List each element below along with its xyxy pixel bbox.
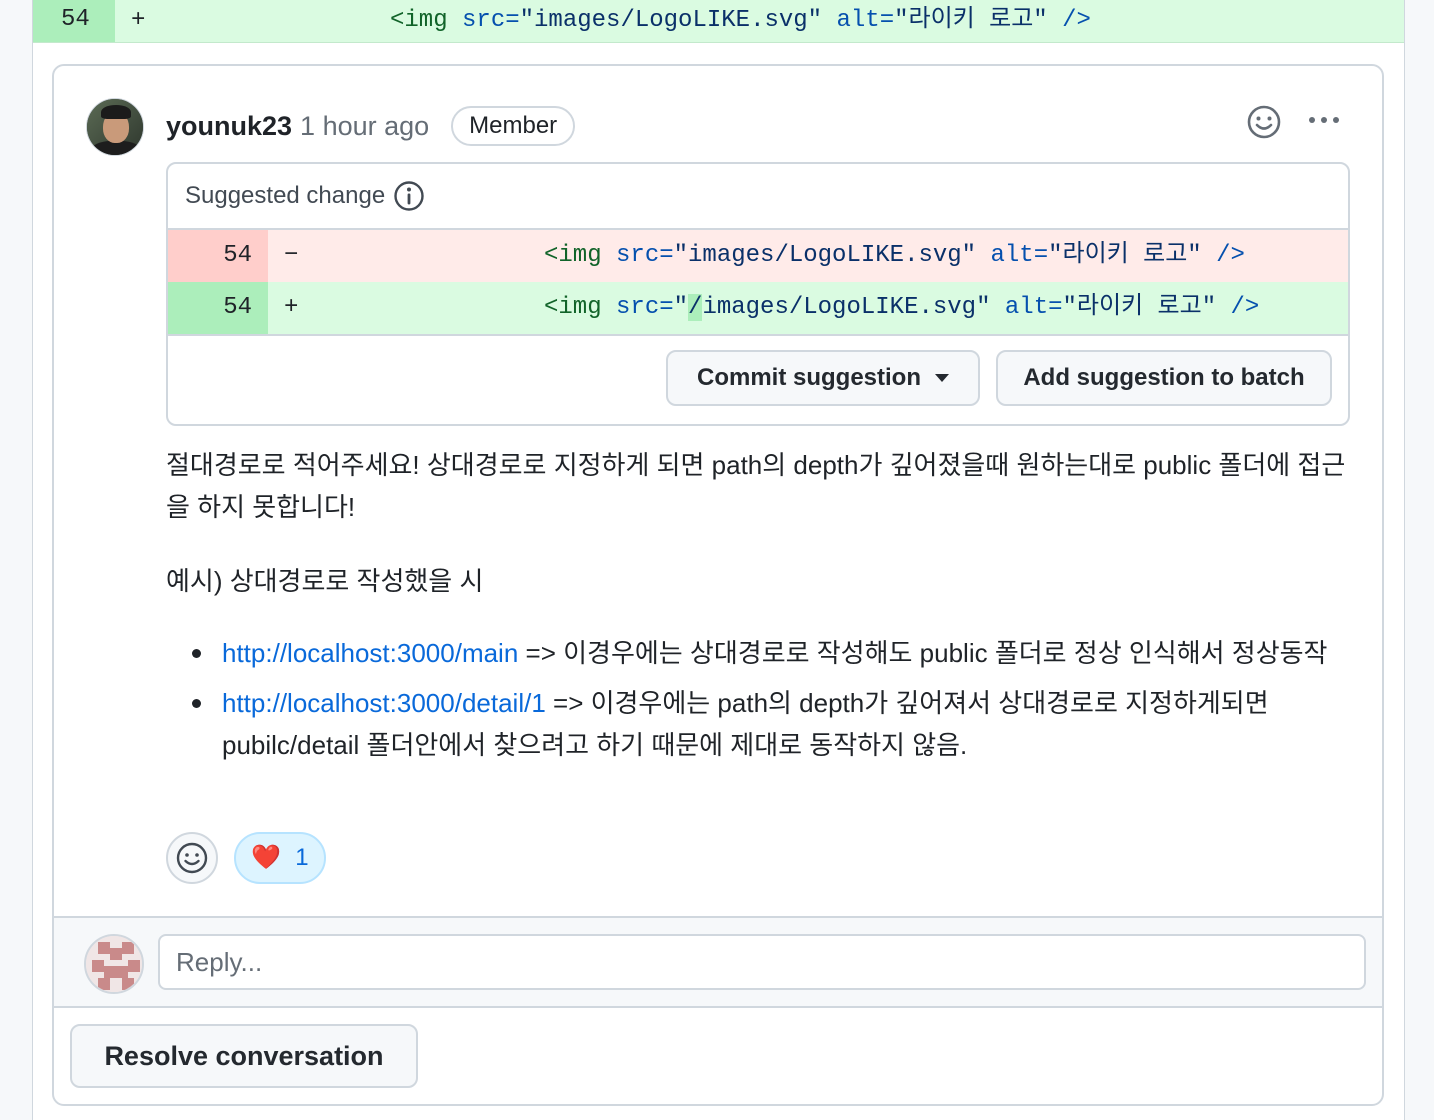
code-token-string: " [673,294,689,321]
code-token-attr: alt= [1004,294,1063,321]
add-suggestion-to-batch-label: Add suggestion to batch [1023,364,1305,391]
identicon [86,936,142,992]
suggested-change-box: Suggested change 54 − <img src="images/L… [166,162,1350,426]
comment-paragraph: 절대경로로 적어주세요! 상대경로로 지정하게 되면 path의 depth가 … [166,450,1346,522]
code-token-string: "라이키 로고" [894,7,1048,34]
code-token-string: "images/LogoLIKE.svg" [673,242,977,269]
member-badge: Member [451,106,576,146]
code-token-string: "라이키 로고" [1062,294,1217,321]
comment-header: younuk23 1 hour ago Member [166,104,576,148]
smiley-icon[interactable] [1246,104,1282,140]
diff-sign: − [284,242,299,269]
suggestion-deleted-line: 54 − <img src="images/LogoLIKE.svg" alt=… [168,230,1348,282]
info-icon[interactable] [393,180,425,212]
code-token-attr: alt= [990,242,1049,269]
list-item: http://localhost:3000/main => 이경우에는 상대경로… [192,632,1356,674]
code-token-string: "라이키 로고" [1048,242,1202,269]
reaction-count: 1 [295,844,309,871]
add-suggestion-to-batch-button[interactable]: Add suggestion to batch [996,350,1332,406]
code-token-tag-end: /> [1047,7,1091,34]
kebab-menu-icon[interactable] [1306,110,1342,130]
bullet [192,699,201,708]
left-gutter [0,0,32,1120]
avatar[interactable] [86,98,144,156]
code-token-attr: alt= [836,7,895,34]
code-token-attr: src= [616,294,674,321]
suggestion-added-line: 54 + <img src="/images/LogoLIKE.svg" alt… [168,282,1348,336]
commit-suggestion-button[interactable]: Commit suggestion [666,350,980,406]
code-line: <img src="images/LogoLIKE.svg" alt="라이키 … [544,230,1245,282]
add-reaction-button[interactable] [166,832,218,884]
suggested-change-title: Suggested change [185,182,386,209]
link[interactable]: http://localhost:3000/main [222,638,518,668]
comment-list: http://localhost:3000/main => 이경우에는 상대경로… [166,632,1356,766]
author-name[interactable]: younuk23 [166,111,292,142]
heart-reaction-button[interactable]: ❤️ 1 [234,832,326,884]
timestamp[interactable]: 1 hour ago [300,111,429,142]
code-token-tag-end: /> [1216,294,1260,321]
reply-input[interactable]: Reply... [158,934,1366,990]
code-token-tag: <img [544,242,617,269]
code-token-attr: src= [616,242,674,269]
bullet [192,649,201,658]
code-token-tag-end: /> [1201,242,1245,269]
line-number[interactable]: 54 [33,0,115,42]
commit-suggestion-label: Commit suggestion [696,364,921,391]
list-item-text: => 이경우에는 상대경로로 작성해도 public 폴더로 정상 인식해서 정… [518,638,1328,668]
heart-icon: ❤️ [251,844,282,871]
comment-body: 절대경로로 적어주세요! 상대경로로 지정하게 되면 path의 depth가 … [166,444,1356,774]
code-line: <img src="images/LogoLIKE.svg" alt="라이키 … [390,0,1091,42]
comment-paragraph: 예시) 상대경로로 작성했을 시 [166,566,484,596]
review-comment-card: younuk23 1 hour ago Member Suggested cha… [52,64,1384,1106]
reply-bar: Reply... [54,916,1382,1008]
code-token-tag: <img [390,7,463,34]
resolve-conversation-label: Resolve conversation [104,1040,384,1071]
diff-sign: + [131,7,146,34]
line-number: 54 [168,230,268,282]
code-token-string: images/LogoLIKE.svg" [702,294,991,321]
code-token-highlight: / [688,294,703,321]
current-user-avatar[interactable] [84,934,144,994]
code-token-string: "images/LogoLIKE.svg" [519,7,823,34]
list-item: http://localhost:3000/detail/1 => 이경우에는 … [192,682,1356,766]
line-number: 54 [168,282,268,334]
link[interactable]: http://localhost:3000/detail/1 [222,688,546,718]
diff-line-added: 54 + <img src="images/LogoLIKE.svg" alt=… [33,0,1404,43]
suggested-change-header: Suggested change [168,164,1348,230]
code-token-attr: src= [462,7,520,34]
code-token-tag: <img [544,294,617,321]
smiley-icon [176,842,208,874]
code-line: <img src="/images/LogoLIKE.svg" alt="라이키… [544,282,1259,334]
caret-down-icon [935,374,949,382]
diff-sign: + [284,294,299,321]
resolve-conversation-button[interactable]: Resolve conversation [70,1024,418,1088]
